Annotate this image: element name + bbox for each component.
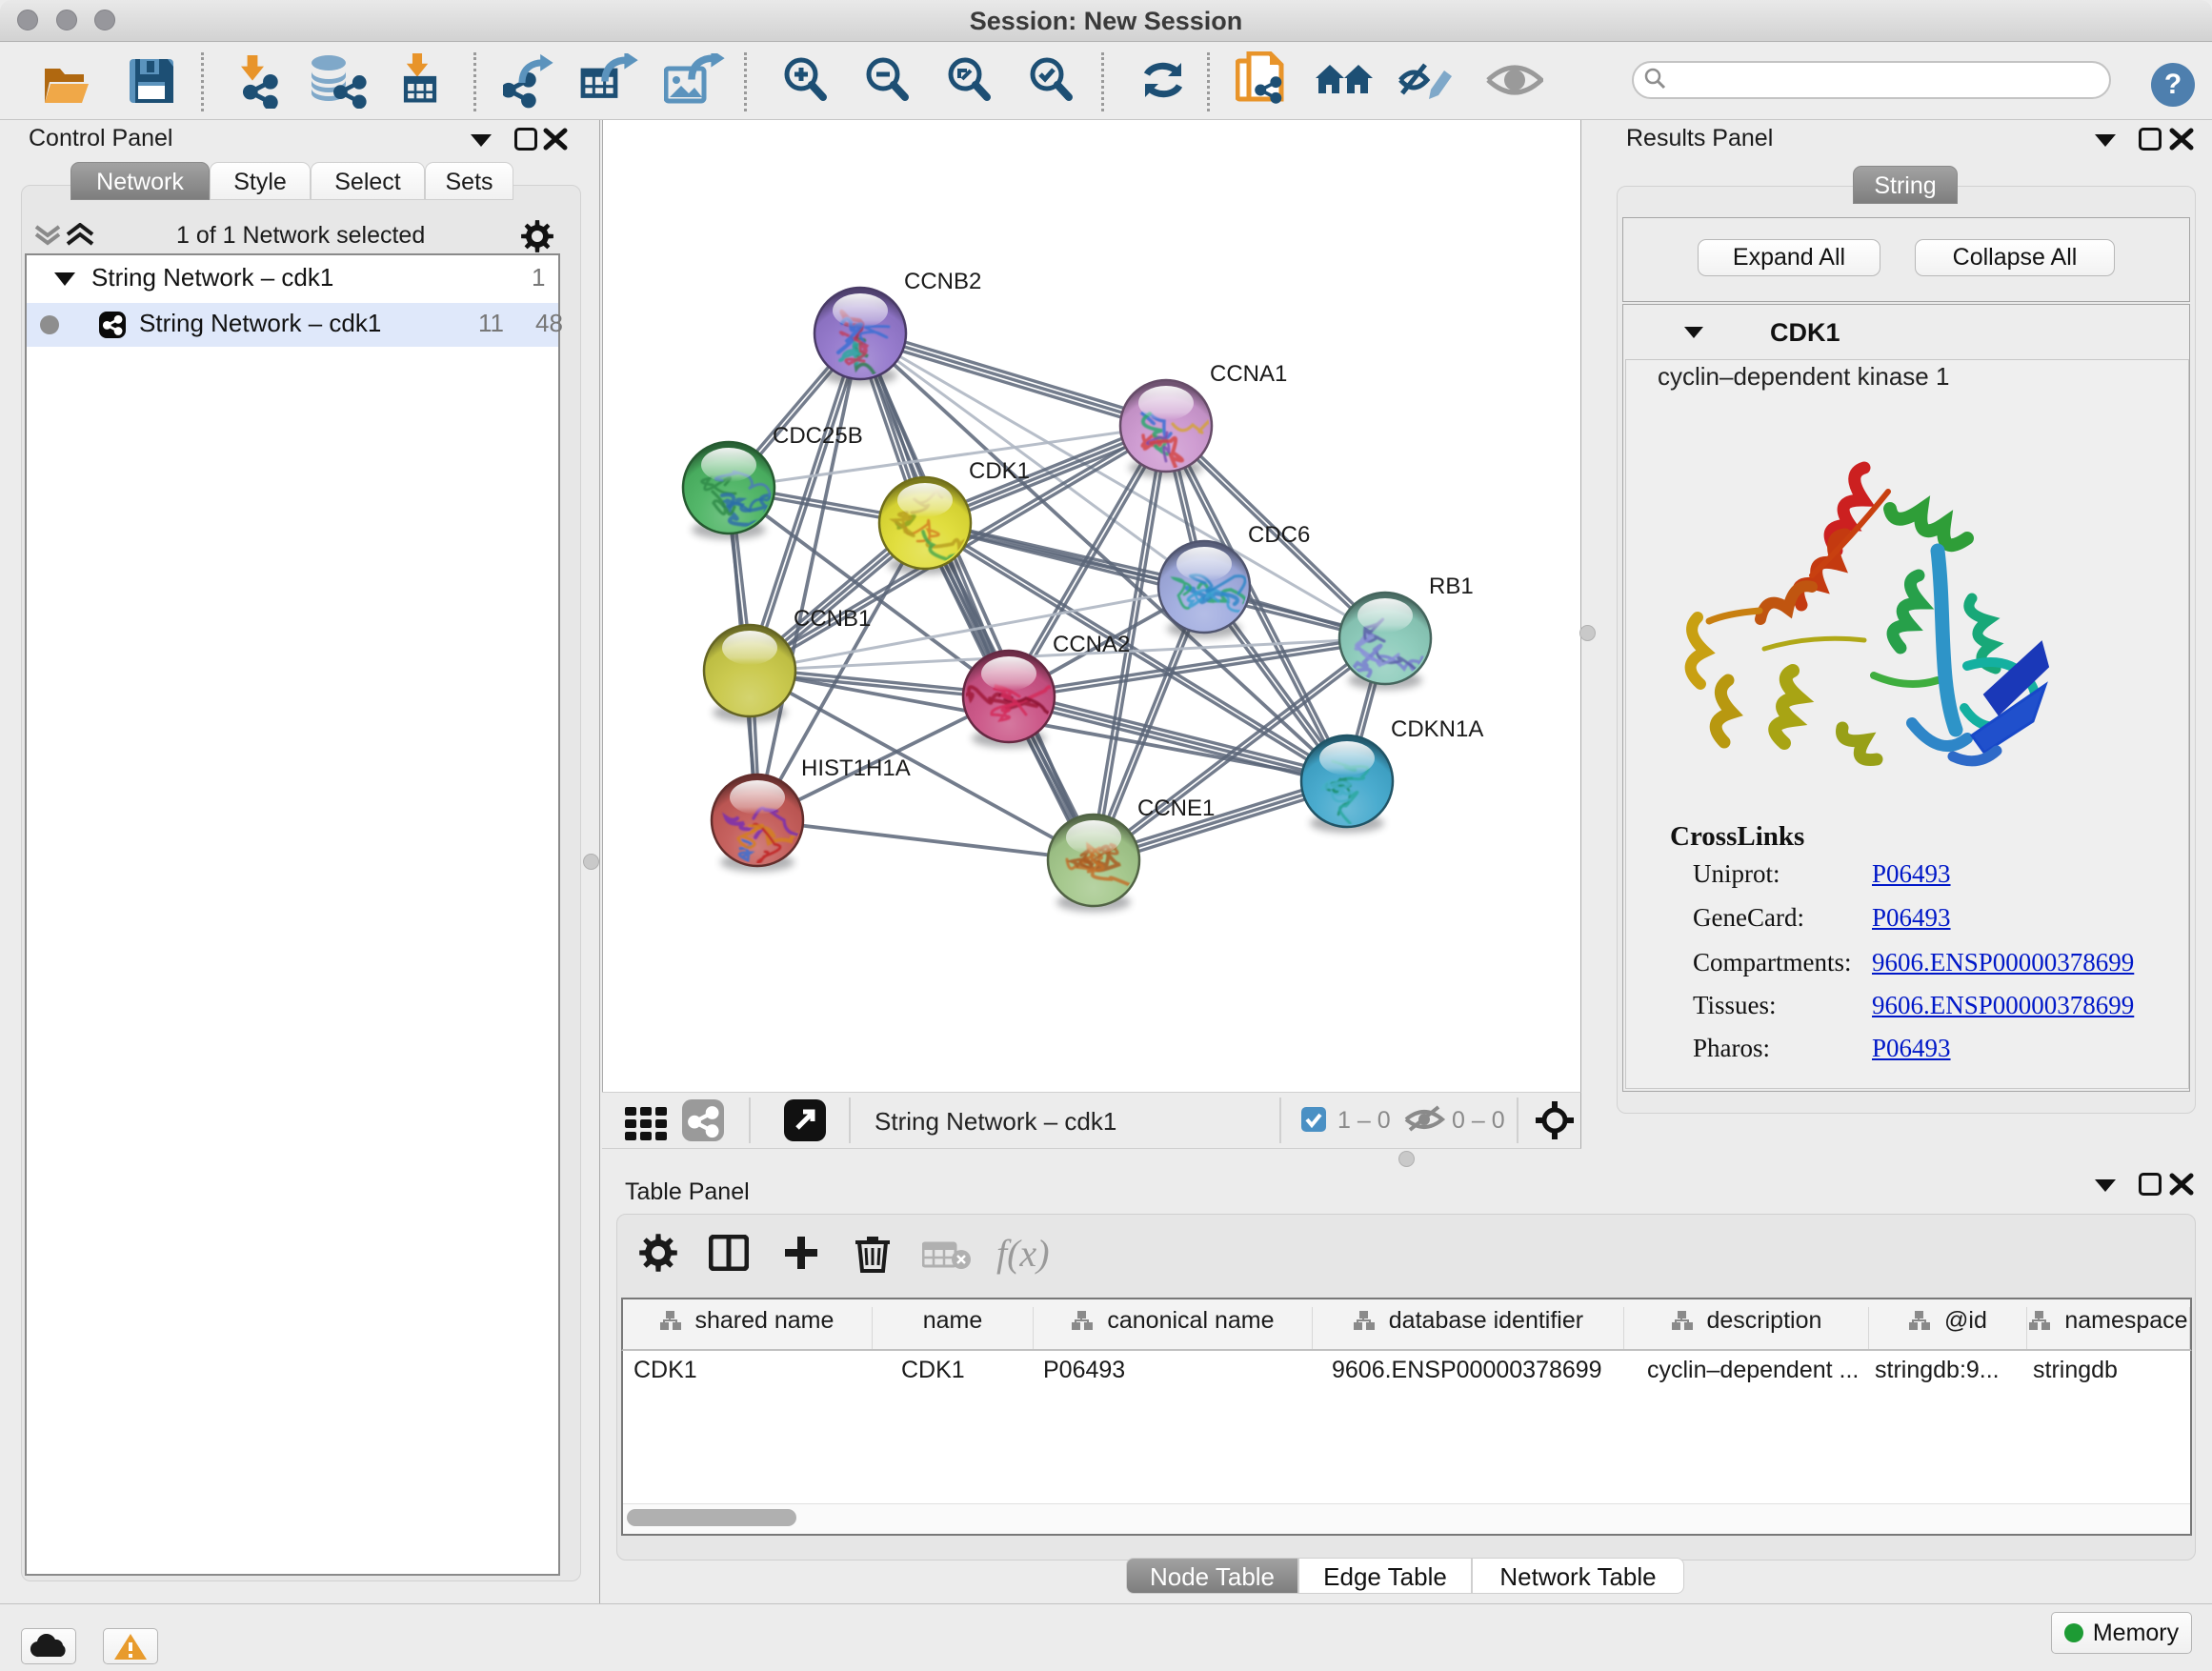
svg-text:CCNB2: CCNB2 xyxy=(904,269,981,294)
svg-text:CCNA1: CCNA1 xyxy=(1210,361,1287,387)
svg-text:CCNE1: CCNE1 xyxy=(1137,795,1215,821)
svg-text:HIST1H1A: HIST1H1A xyxy=(801,755,911,781)
svg-text:RB1: RB1 xyxy=(1429,574,1474,599)
svg-text:CDKN1A: CDKN1A xyxy=(1391,716,1483,742)
svg-text:CDC25B: CDC25B xyxy=(773,423,863,449)
svg-text:CDK1: CDK1 xyxy=(969,458,1030,484)
svg-text:CDC6: CDC6 xyxy=(1248,522,1310,548)
svg-text:CCNB1: CCNB1 xyxy=(794,606,871,632)
svg-text:CCNA2: CCNA2 xyxy=(1053,632,1130,657)
